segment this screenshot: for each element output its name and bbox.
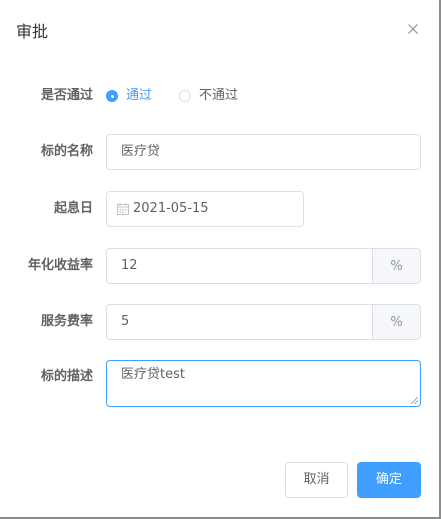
- radio-fail[interactable]: 不通过: [179, 86, 238, 106]
- radio-fail-label: 不通过: [199, 88, 239, 103]
- annual-rate-label: 年化收益率: [27, 258, 93, 273]
- calendar-icon: [117, 203, 129, 215]
- target-name-label: 标的名称: [40, 144, 93, 159]
- service-rate-input[interactable]: 5: [106, 304, 372, 340]
- start-date-picker[interactable]: 2021-05-15: [106, 191, 304, 227]
- radio-unchecked-icon: [179, 90, 191, 102]
- annual-rate-unit: %: [372, 248, 421, 284]
- start-date-value: 2021-05-15: [133, 201, 209, 216]
- resize-handle-icon[interactable]: [410, 396, 418, 404]
- service-rate-group: 5 %: [106, 304, 421, 340]
- service-rate-label: 服务费率: [40, 314, 93, 329]
- radio-checked-icon: [106, 90, 118, 102]
- confirm-button[interactable]: 确定: [357, 462, 421, 498]
- description-label: 标的描述: [40, 369, 93, 384]
- radio-pass[interactable]: 通过: [106, 86, 152, 106]
- approval-dialog: 审批 是否通过 通过 不通过 标的名称 医疗贷 起息日 2021-05-15 年…: [0, 0, 441, 519]
- description-value: 医疗贷test: [121, 367, 185, 382]
- radio-pass-label: 通过: [126, 88, 153, 103]
- dialog-title: 审批: [16, 22, 49, 41]
- target-name-input[interactable]: 医疗贷: [106, 134, 421, 170]
- annual-rate-group: 12 %: [106, 248, 421, 284]
- pass-label: 是否通过: [40, 88, 93, 103]
- close-icon[interactable]: [404, 20, 422, 38]
- annual-rate-input[interactable]: 12: [106, 248, 372, 284]
- service-rate-unit: %: [372, 304, 421, 340]
- cancel-button[interactable]: 取消: [285, 462, 348, 498]
- start-date-label: 起息日: [53, 201, 93, 216]
- description-textarea[interactable]: 医疗贷test: [106, 360, 421, 407]
